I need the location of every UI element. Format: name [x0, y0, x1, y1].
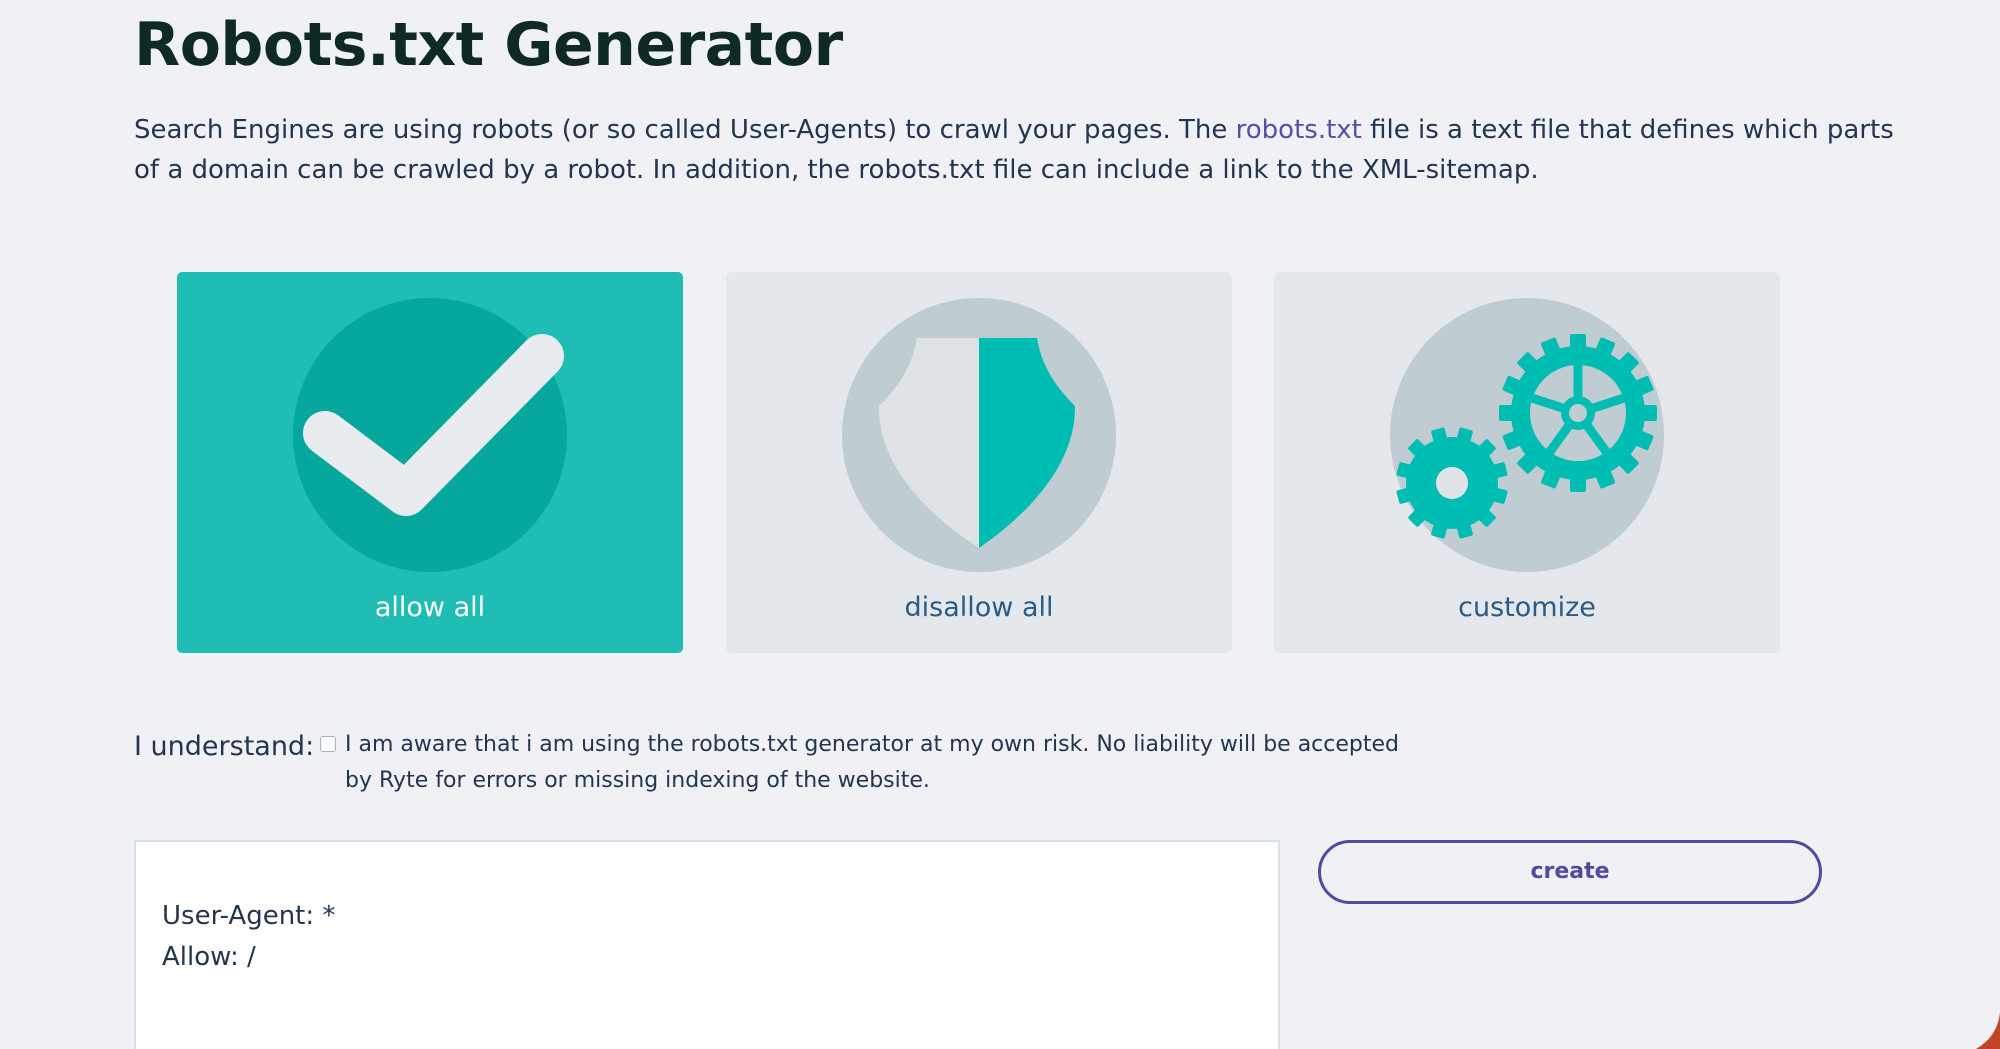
create-button[interactable]: create	[1318, 840, 1822, 904]
small-gear-icon	[1396, 427, 1508, 539]
option-customize[interactable]: customize	[1274, 272, 1780, 653]
intro-text: Search Engines are using robots (or so c…	[134, 110, 1894, 190]
shield-icon	[842, 298, 1116, 572]
option-allow-all[interactable]: allow all	[177, 272, 683, 653]
option-label: customize	[1458, 592, 1596, 623]
understand-label: I understand:	[134, 731, 315, 762]
gears-icon	[1390, 298, 1664, 572]
option-disallow-all[interactable]: disallow all	[726, 272, 1232, 653]
intro-text-part: Search Engines are using robots (or so c…	[134, 115, 1236, 145]
consent-text: I am aware that i am using the robots.tx…	[345, 732, 1400, 793]
option-label: disallow all	[904, 592, 1054, 623]
consent-checkbox[interactable]	[320, 736, 336, 752]
robots-txt-link[interactable]: robots.txt	[1236, 115, 1362, 145]
page-title: Robots.txt Generator	[134, 10, 843, 80]
checkmark-icon	[293, 298, 567, 572]
robots-output-textarea[interactable]: User-Agent: * Allow: /	[134, 840, 1280, 1049]
page: Robots.txt Generator Search Engines are …	[0, 0, 2000, 1049]
option-label: allow all	[374, 592, 486, 623]
output-line: User-Agent: *	[162, 901, 336, 931]
output-line: Allow: /	[162, 942, 256, 972]
large-gear-icon	[1499, 334, 1657, 492]
